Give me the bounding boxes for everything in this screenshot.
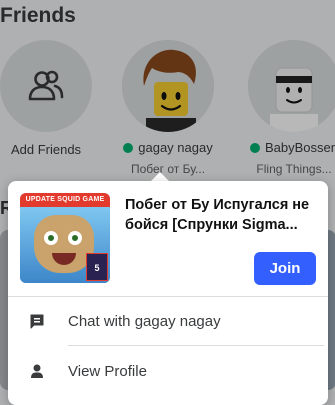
game-title[interactable]: Побег от Бу Испугался не бойся [Спрунки … (125, 195, 320, 235)
friend-context-popup: UPDATE SQUID GAME 5 Побег от Бу Испугалс… (8, 181, 328, 405)
view-profile-label: View Profile (68, 362, 147, 380)
thumbnail-banner: UPDATE SQUID GAME (20, 193, 110, 207)
chat-menu-label: Chat with gagay nagay (68, 312, 221, 330)
chat-menu-item[interactable]: Chat with gagay nagay (8, 297, 328, 345)
thumbnail-eye (68, 231, 82, 245)
join-button[interactable]: Join (254, 252, 316, 285)
thumbnail-character (34, 215, 94, 273)
person-icon (31, 364, 43, 378)
menu-divider (68, 345, 324, 346)
chat-icon (30, 314, 44, 329)
game-thumbnail[interactable]: UPDATE SQUID GAME 5 (20, 193, 110, 283)
thumbnail-eye (44, 231, 58, 245)
thumbnail-badge: 5 (86, 253, 108, 281)
view-profile-menu-item[interactable]: View Profile (8, 347, 328, 395)
thumbnail-mouth (52, 253, 76, 265)
